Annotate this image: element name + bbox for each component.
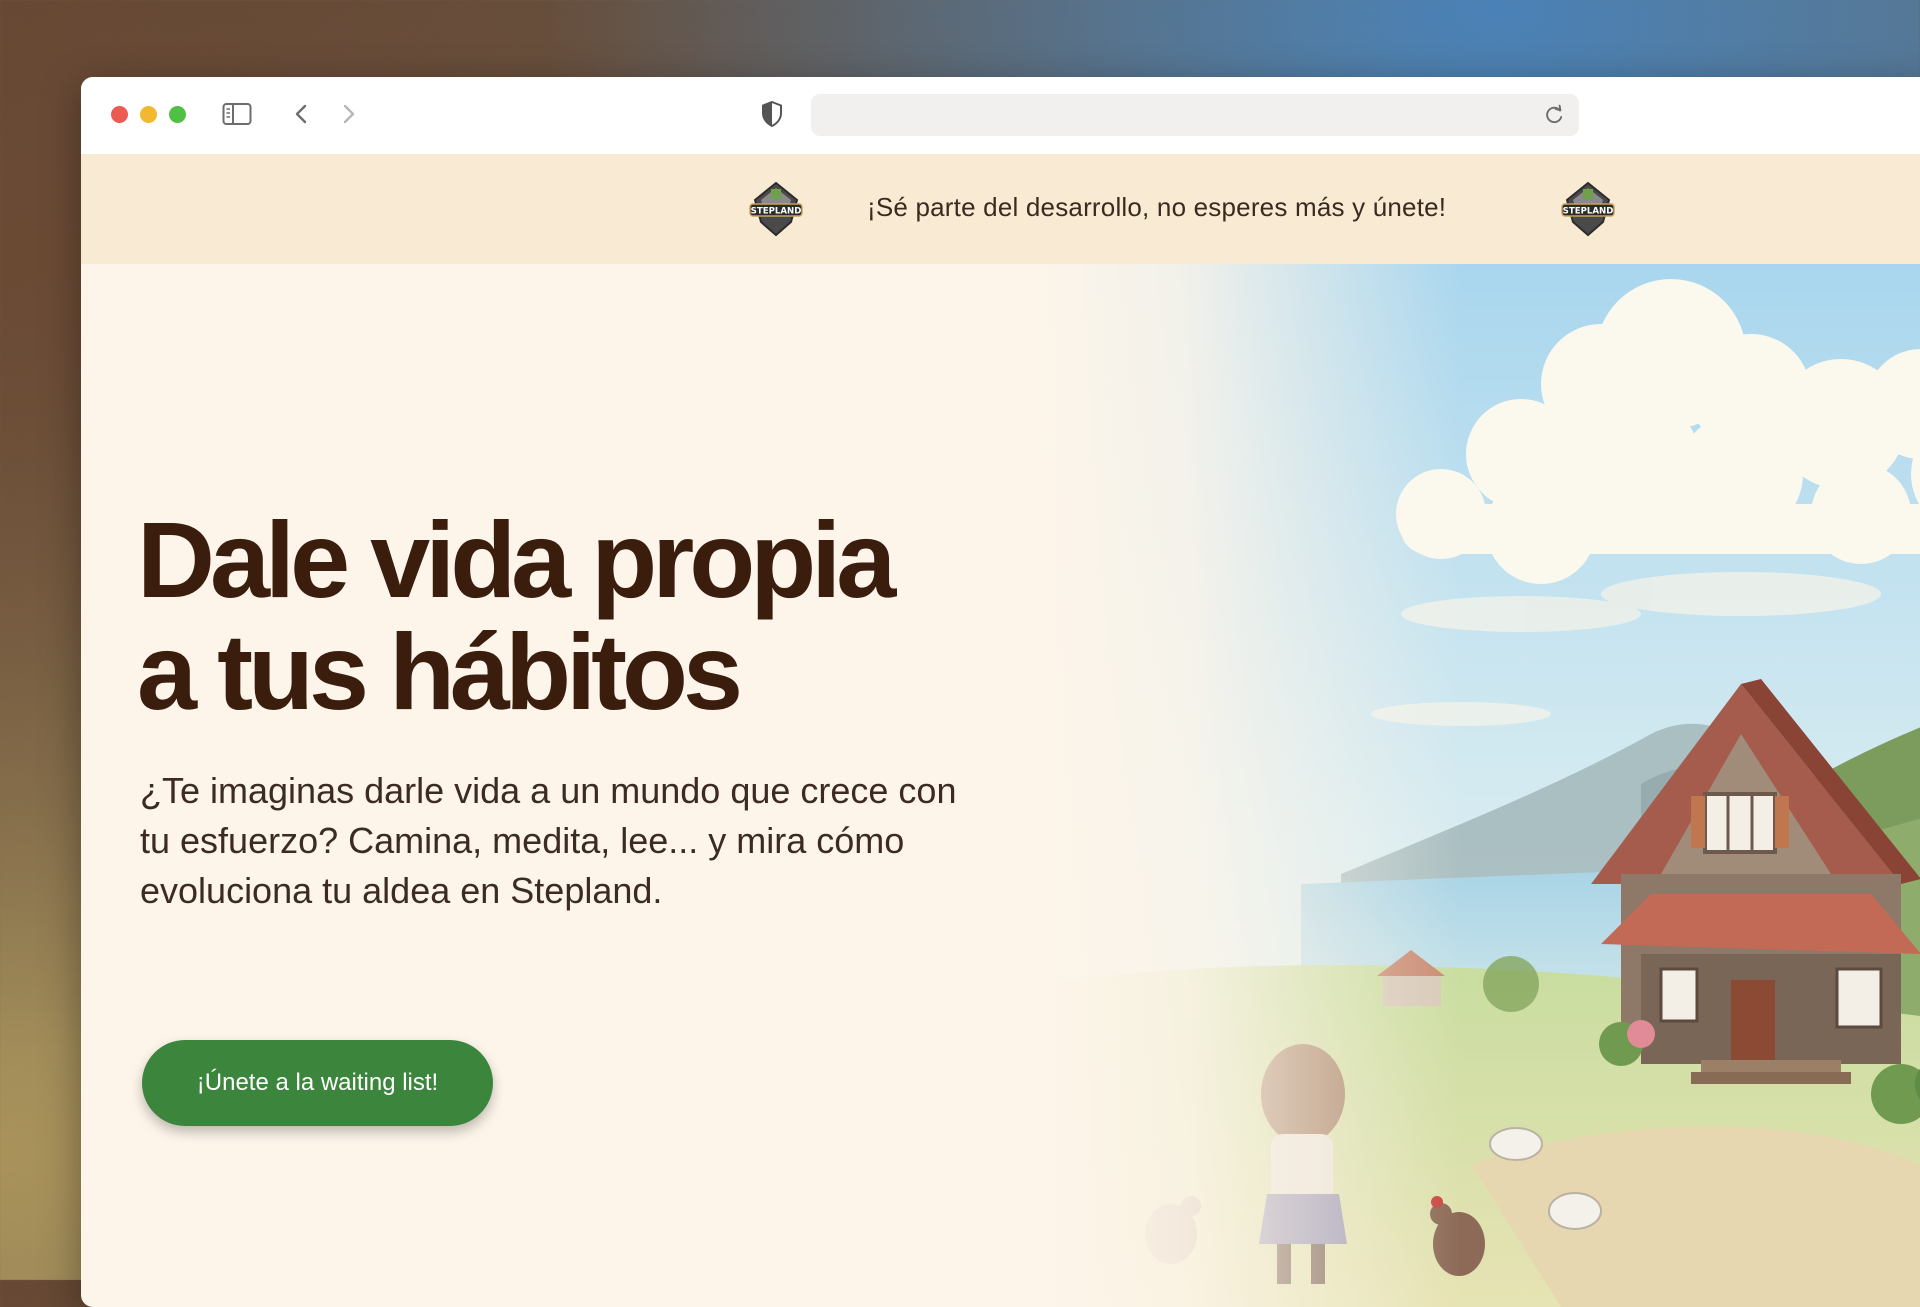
forward-icon[interactable] (332, 97, 366, 131)
sidebar-icon[interactable] (220, 97, 254, 131)
address-bar[interactable] (811, 94, 1579, 136)
back-icon[interactable] (284, 97, 318, 131)
headline-line-2: a tus hábitos (137, 611, 743, 732)
headline-line-1: Dale vida propia (137, 499, 896, 620)
banner-text: ¡Sé parte del desarrollo, no esperes más… (867, 192, 1447, 222)
logo-wordmark: STEPLAND (1563, 207, 1614, 217)
minimize-window-button[interactable] (140, 106, 157, 123)
announcement-banner: STEPLAND ¡Sé parte del desarrollo, no es… (81, 154, 1920, 264)
zoom-window-button[interactable] (169, 106, 186, 123)
hero-section: Dale vida propia a tus hábitos ¿Te imagi… (81, 264, 1920, 1307)
hero-subtitle: ¿Te imaginas darle vida a un mundo que c… (140, 770, 957, 911)
logo-wordmark: STEPLAND (751, 207, 802, 217)
hero-headline: Dale vida propia a tus hábitos (137, 499, 896, 732)
join-waitlist-button[interactable]: ¡Únete a la waiting list! (142, 1040, 493, 1126)
reload-icon[interactable] (1537, 98, 1571, 132)
close-window-button[interactable] (111, 106, 128, 123)
stepland-logo: STEPLAND (747, 180, 805, 238)
shield-icon[interactable] (755, 97, 789, 131)
hero-fade-overlay (1041, 264, 1461, 1307)
browser-window: STEPLAND ¡Sé parte del desarrollo, no es… (81, 77, 1920, 1307)
browser-toolbar (81, 77, 1920, 155)
stepland-logo: STEPLAND (1559, 180, 1617, 238)
